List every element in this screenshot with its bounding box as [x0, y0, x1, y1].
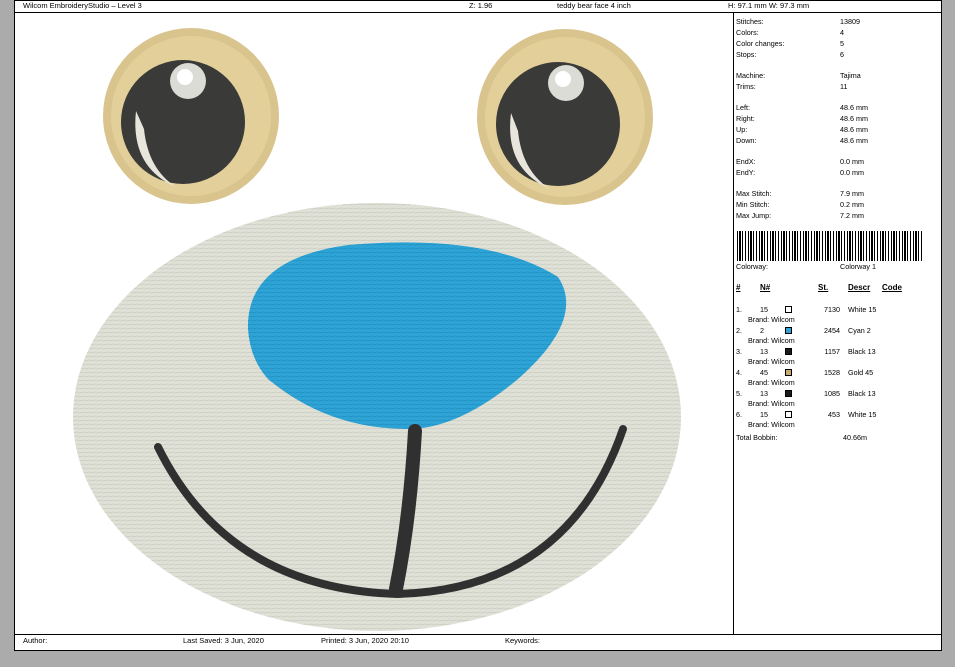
footer-bar: Author: Last Saved: 3 Jun, 2020 Printed:… [15, 634, 941, 651]
keywords-label: Keywords: [505, 636, 541, 645]
author-label: Author: [23, 636, 48, 645]
thread-stitches: 2454 [824, 326, 840, 335]
stat-label: Stops: [736, 50, 757, 59]
stat-value: 7.2 mm [840, 211, 864, 220]
thread-brand: Brand: Wilcom [748, 420, 795, 429]
thread-color-swatch [785, 306, 792, 313]
total-bobbin-label: Total Bobbin: [736, 433, 778, 442]
col-header-number: N# [760, 283, 771, 292]
stat-label: Machine: [736, 71, 766, 80]
col-header-descr: Descr [848, 283, 871, 292]
total-bobbin-value: 40.66m [843, 433, 867, 442]
stat-value: 6 [840, 50, 844, 59]
stat-label: Up: [736, 125, 748, 134]
header-bar: Wilcom EmbroideryStudio – Level 3 Z: 1.9… [15, 1, 941, 13]
stat-label: Min Stitch: [736, 200, 770, 209]
stat-value: 13809 [840, 17, 860, 26]
right-eye [477, 29, 653, 205]
thread-index: 5. [736, 389, 742, 398]
thread-number: 2 [760, 326, 764, 335]
left-eye [103, 28, 279, 204]
print-preview-page: Wilcom EmbroideryStudio – Level 3 Z: 1.9… [14, 0, 942, 651]
stat-value: 48.6 mm [840, 103, 868, 112]
thread-number: 13 [760, 389, 768, 398]
stat-label: Down: [736, 136, 757, 145]
thread-row: 6. 15 453 White 15 Brand: Wilcom [736, 410, 941, 431]
thread-brand: Brand: Wilcom [748, 399, 795, 408]
thread-index: 1. [736, 305, 742, 314]
stat-label: Max Jump: [736, 211, 772, 220]
stat-value: 0.2 mm [840, 200, 864, 209]
thread-descr: Black 13 [848, 347, 876, 356]
design-name: teddy bear face 4 inch [557, 1, 631, 10]
thread-index: 2. [736, 326, 742, 335]
stat-label: Trims: [736, 82, 756, 91]
stat-value: 11 [840, 82, 848, 91]
zoom-readout: Z: 1.96 [469, 1, 493, 10]
col-header-stitches: St. [818, 283, 829, 292]
thread-brand: Brand: Wilcom [748, 336, 795, 345]
col-header-code: Code [882, 283, 902, 292]
design-canvas [18, 19, 730, 631]
stat-value: 0.0 mm [840, 157, 864, 166]
thread-descr: White 15 [848, 410, 877, 419]
stat-label: Max Stitch: [736, 189, 772, 198]
thread-row: 3. 13 1157 Black 13 Brand: Wilcom [736, 347, 941, 368]
thread-descr: Black 13 [848, 389, 876, 398]
thread-index: 4. [736, 368, 742, 377]
stat-value: 0.0 mm [840, 168, 864, 177]
design-size: H: 97.1 mm W: 97.3 mm [728, 1, 810, 10]
stat-label: EndY: [736, 168, 756, 177]
stat-value: 4 [840, 28, 844, 37]
stat-value: 7.9 mm [840, 189, 864, 198]
stat-label: EndX: [736, 157, 756, 166]
thread-descr: Cyan 2 [848, 326, 871, 335]
thread-number: 15 [760, 410, 768, 419]
thread-descr: Gold 45 [848, 368, 874, 377]
thread-brand: Brand: Wilcom [748, 378, 795, 387]
thread-stitches: 453 [828, 410, 840, 419]
stat-label: Left: [736, 103, 750, 112]
thread-color-swatch [785, 369, 792, 376]
thread-descr: White 15 [848, 305, 877, 314]
last-saved: Last Saved: 3 Jun, 2020 [183, 636, 264, 645]
stat-value: 48.6 mm [840, 125, 868, 134]
thread-stitches: 1157 [824, 347, 840, 356]
thread-number: 45 [760, 368, 768, 377]
colorway-value: Colorway 1 [840, 262, 876, 271]
stat-value: 5 [840, 39, 844, 48]
stat-label: Stitches: [736, 17, 764, 26]
thread-row: 4. 45 1528 Gold 45 Brand: Wilcom [736, 368, 941, 389]
thread-stitches: 1528 [824, 368, 840, 377]
stat-label: Colors: [736, 28, 759, 37]
thread-row: 1. 15 7130 White 15 Brand: Wilcom [736, 305, 941, 326]
col-header-index: # [736, 283, 741, 292]
thread-stitches: 7130 [824, 305, 840, 314]
thread-color-swatch [785, 348, 792, 355]
thread-number: 13 [760, 347, 768, 356]
thread-number: 15 [760, 305, 768, 314]
thread-row: 5. 13 1085 Black 13 Brand: Wilcom [736, 389, 941, 410]
thread-row: 2. 2 2454 Cyan 2 Brand: Wilcom [736, 326, 941, 347]
thread-color-swatch [785, 327, 792, 334]
app-title: Wilcom EmbroideryStudio – Level 3 [23, 1, 142, 10]
thread-stitches: 1085 [824, 389, 840, 398]
stat-value: 48.6 mm [840, 136, 868, 145]
stat-value: 48.6 mm [840, 114, 868, 123]
printed-date: Printed: 3 Jun, 2020 20:10 [321, 636, 409, 645]
thread-brand: Brand: Wilcom [748, 357, 795, 366]
thread-brand: Brand: Wilcom [748, 315, 795, 324]
barcode [737, 231, 923, 261]
stat-label: Color changes: [736, 39, 785, 48]
panel-divider [733, 12, 734, 634]
thread-index: 6. [736, 410, 742, 419]
colorway-label: Colorway: [736, 262, 768, 271]
stat-value: Tajima [840, 71, 861, 80]
teddy-bear-design [73, 28, 681, 631]
thread-color-swatch [785, 390, 792, 397]
stat-label: Right: [736, 114, 755, 123]
thread-color-swatch [785, 411, 792, 418]
thread-index: 3. [736, 347, 742, 356]
